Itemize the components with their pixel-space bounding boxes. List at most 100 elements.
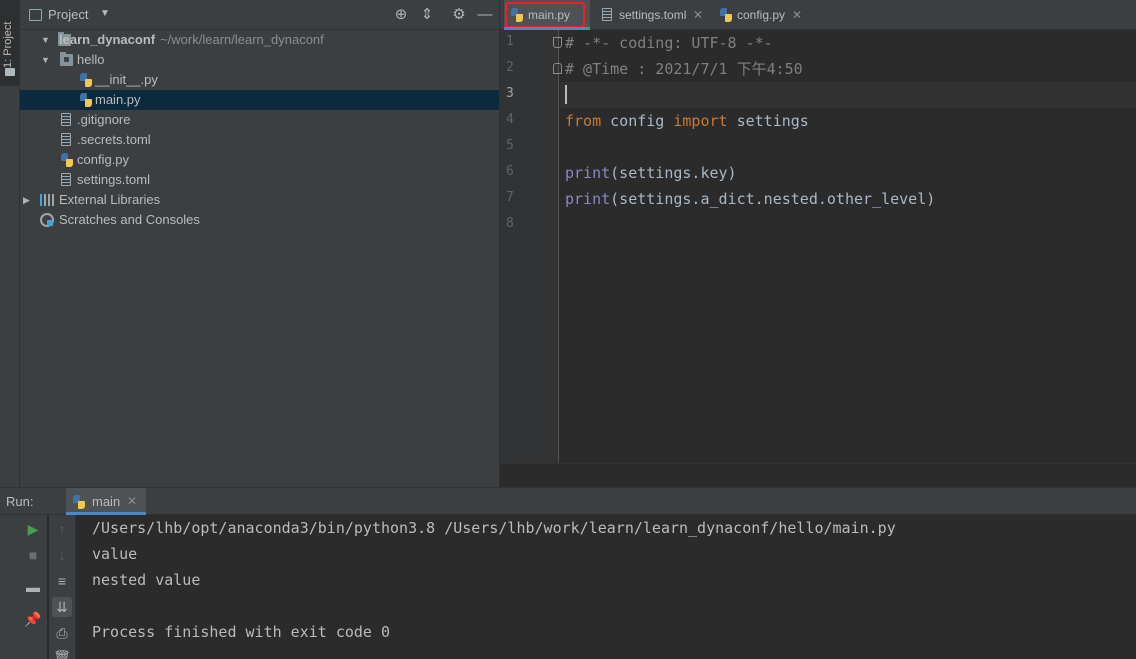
- left-tool-strip: 1: Project: [0, 0, 20, 487]
- print-icon[interactable]: ⎙: [52, 623, 72, 643]
- tree-item-label: External Libraries: [59, 192, 161, 207]
- chevron-down-icon[interactable]: ▼: [100, 8, 110, 19]
- editor-breadcrumb-bar: [500, 463, 1136, 487]
- close-icon[interactable]: ✕: [792, 0, 802, 30]
- tree-item-gitignore[interactable]: .gitignore: [20, 110, 499, 130]
- console-line: Process finished with exit code 0: [92, 623, 391, 641]
- line-number: 4: [506, 112, 514, 127]
- arrow-up-icon[interactable]: ↑: [52, 519, 72, 539]
- highlight-box: [505, 2, 585, 28]
- python-file-icon: [80, 73, 92, 87]
- python-file-icon: [80, 93, 92, 107]
- tree-item-main-py[interactable]: main.py: [20, 90, 499, 110]
- call-args: (settings.key): [610, 164, 737, 182]
- tree-item-path: ~/work/learn/learn_dynaconf: [160, 32, 324, 47]
- line-number: 2: [506, 60, 514, 75]
- expanded-arrow-icon[interactable]: ▼: [41, 30, 50, 50]
- tab-label: config.py: [737, 8, 786, 22]
- run-toolbar: ▶ ■ ▬ 📌: [20, 515, 47, 659]
- tree-item-config-py[interactable]: config.py: [20, 150, 499, 170]
- tree-item-hello[interactable]: ▼ hello: [20, 50, 499, 70]
- close-icon[interactable]: ✕: [693, 0, 703, 30]
- tree-item-scratches[interactable]: Scratches and Consoles: [20, 210, 499, 230]
- console-line: nested value: [92, 571, 201, 589]
- line-number: 6: [506, 164, 514, 179]
- minimize-icon[interactable]: —: [476, 6, 494, 24]
- run-tab-label: main: [92, 494, 121, 509]
- tree-item-label: settings.toml: [77, 172, 150, 187]
- library-icon: [40, 194, 54, 206]
- tab-main-py[interactable]: main.py: [504, 0, 590, 30]
- project-tool-tab-label: 1: Project: [2, 21, 14, 68]
- tree-item-label: learn_dynaconf: [59, 32, 156, 47]
- package-folder-icon: [60, 52, 73, 66]
- folder-icon: [5, 68, 15, 76]
- editor-tab-bar: main.py settings.toml ✕ config.py ✕: [500, 0, 1136, 30]
- project-view-icon: [29, 9, 42, 21]
- code-line-6: print(settings.key): [565, 160, 737, 186]
- tree-item-label: main.py: [95, 92, 141, 107]
- imported-name: settings: [727, 112, 809, 130]
- code-line-1: # -*- coding: UTF-8 -*-: [565, 34, 773, 52]
- module-name: config: [601, 112, 674, 130]
- builtin-print: print: [565, 164, 611, 182]
- expanded-arrow-icon[interactable]: ▼: [41, 50, 50, 70]
- tree-item-label: .gitignore: [77, 112, 131, 127]
- layout-icon[interactable]: ▬: [23, 577, 43, 597]
- collapsed-arrow-icon[interactable]: ▶: [23, 190, 30, 210]
- tree-item-learn-dynaconf[interactable]: ▼ learn_dynaconf ~/work/learn/learn_dynac…: [20, 30, 499, 50]
- rerun-icon[interactable]: ▶: [23, 519, 43, 539]
- run-panel: Run: main ✕ ▶ ■ ▬ 📌 ↑ ↓ ≡ ⇊ ⎙ 🗑 /Users/l…: [0, 487, 1136, 659]
- line-number: 5: [506, 138, 514, 153]
- arrow-down-icon[interactable]: ↓: [52, 545, 72, 565]
- collapse-all-icon[interactable]: ⇕: [418, 6, 436, 24]
- run-label: Run:: [6, 494, 34, 509]
- tree-item-settings-toml[interactable]: settings.toml: [20, 170, 499, 190]
- gear-icon[interactable]: ⚙: [450, 6, 468, 24]
- current-line-highlight: [560, 82, 1136, 108]
- python-file-icon: [73, 495, 85, 509]
- tree-item-label: .secrets.toml: [77, 132, 151, 147]
- tree-item-external-libraries[interactable]: ▶ External Libraries: [20, 190, 499, 210]
- tree-item-secrets-toml[interactable]: .secrets.toml: [20, 130, 499, 150]
- console-line: value: [92, 545, 138, 563]
- soft-wrap-icon[interactable]: ≡: [52, 571, 72, 591]
- run-toolbar-secondary: ↑ ↓ ≡ ⇊ ⎙ 🗑: [49, 515, 76, 659]
- tree-item-init-py[interactable]: __init__.py: [20, 70, 499, 90]
- ignore-file-icon: [61, 113, 71, 126]
- run-tab-main[interactable]: main ✕: [66, 488, 146, 515]
- project-tool-tab[interactable]: 1: Project: [0, 0, 20, 86]
- line-number: 3: [506, 86, 514, 101]
- tab-settings-toml[interactable]: settings.toml ✕: [592, 0, 708, 30]
- keyword-from: from: [565, 112, 602, 130]
- python-file-icon: [720, 8, 732, 22]
- locate-icon[interactable]: ⊕: [392, 6, 410, 24]
- python-file-icon: [61, 153, 73, 167]
- project-panel-header: Project ▼ ⊕ ⇕ ⚙ —: [20, 0, 499, 30]
- text-caret: [565, 85, 567, 104]
- run-left-strip: [0, 515, 20, 659]
- tab-config-py[interactable]: config.py ✕: [710, 0, 810, 30]
- pin-icon[interactable]: 📌: [23, 609, 43, 629]
- line-number-gutter[interactable]: 1 2 3 4 5 6 7 8: [500, 30, 562, 463]
- code-area[interactable]: # -*- coding: UTF-8 -*- # @Time : 2021/7…: [560, 30, 1136, 463]
- text-file-icon: [61, 173, 71, 186]
- text-file-icon: [61, 133, 71, 146]
- project-panel: Project ▼ ⊕ ⇕ ⚙ — ▼ learn_dynaconf ~/work…: [20, 0, 499, 487]
- line-number: 1: [506, 34, 514, 49]
- builtin-print: print: [565, 190, 611, 208]
- tree-item-label: __init__.py: [95, 72, 158, 87]
- text-file-icon: [602, 8, 612, 21]
- close-icon[interactable]: ✕: [127, 494, 137, 508]
- line-number: 7: [506, 190, 514, 205]
- tree-item-label: Scratches and Consoles: [59, 212, 200, 227]
- project-title[interactable]: Project: [48, 7, 88, 22]
- stop-icon[interactable]: ■: [23, 545, 43, 565]
- tree-item-label: config.py: [77, 152, 130, 167]
- code-line-7: print(settings.a_dict.nested.other_level…: [565, 186, 935, 212]
- trash-icon[interactable]: 🗑: [52, 647, 72, 659]
- editor: main.py settings.toml ✕ config.py ✕ 1 2 …: [500, 0, 1136, 487]
- run-panel-header: Run: main ✕: [0, 488, 1136, 515]
- call-args: (settings.a_dict.nested.other_level): [610, 190, 936, 208]
- scroll-to-end-icon[interactable]: ⇊: [52, 597, 72, 617]
